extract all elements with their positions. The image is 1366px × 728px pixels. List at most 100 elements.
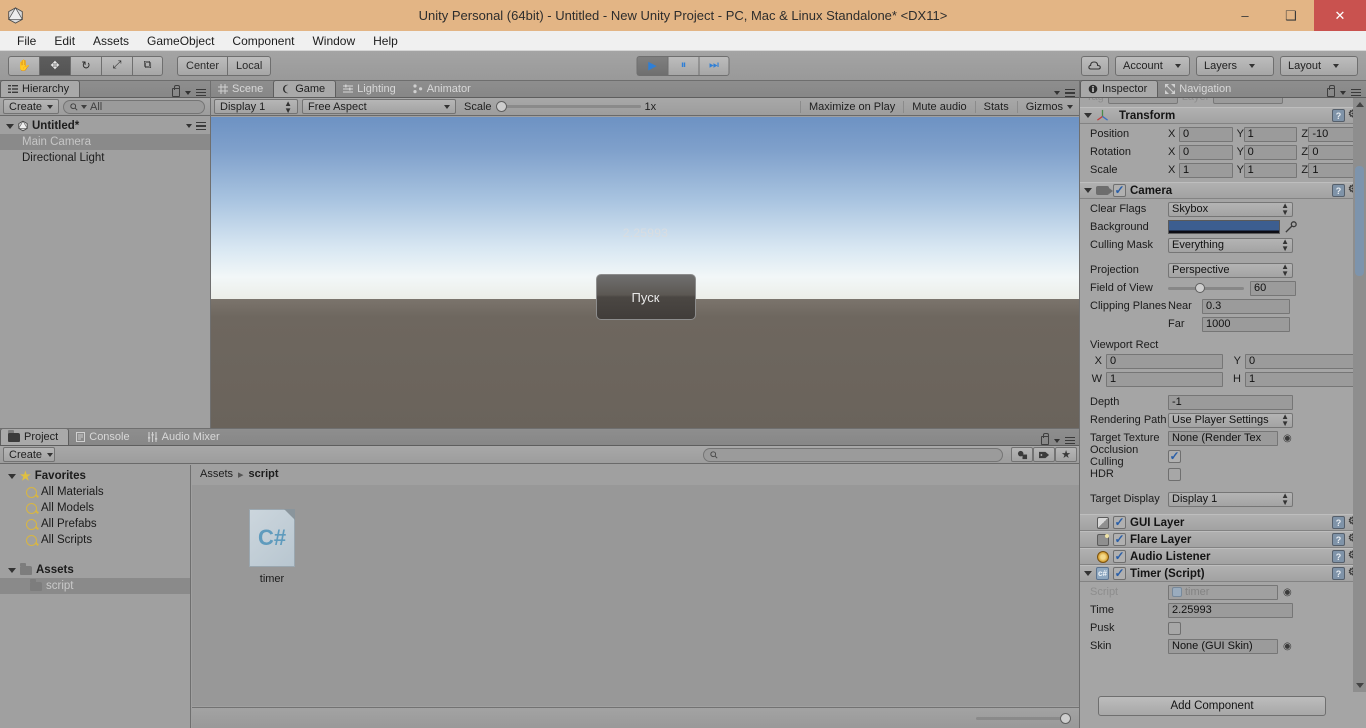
scene-menu-icon[interactable]: [196, 122, 206, 130]
tab-audio-mixer[interactable]: Audio Mixer: [140, 428, 230, 445]
help-icon[interactable]: ?: [1332, 533, 1345, 546]
viewport-y-field[interactable]: 0: [1245, 354, 1362, 369]
project-fav-all-materials[interactable]: All Materials: [0, 484, 190, 500]
chevron-down-icon[interactable]: [1054, 439, 1060, 443]
hierarchy-search-input[interactable]: All: [63, 100, 205, 114]
maximize-on-play-button[interactable]: Maximize on Play: [800, 101, 903, 113]
rect-tool-icon[interactable]: ⧉: [132, 56, 163, 76]
viewport-w-field[interactable]: 1: [1106, 372, 1223, 387]
hierarchy-item-main-camera[interactable]: Main Camera: [0, 134, 211, 150]
step-button[interactable]: ⏭: [699, 56, 730, 76]
chevron-down-icon[interactable]: [8, 474, 16, 479]
breadcrumb-script[interactable]: script: [249, 468, 279, 480]
culling-mask-dropdown[interactable]: Everything ▲▼: [1168, 238, 1293, 253]
account-dropdown[interactable]: Account: [1115, 56, 1190, 76]
object-picker-icon[interactable]: ◉: [1283, 641, 1292, 652]
target-display-dropdown[interactable]: Display 1 ▲▼: [1168, 492, 1293, 507]
projection-dropdown[interactable]: Perspective ▲▼: [1168, 263, 1293, 278]
gizmos-button[interactable]: Gizmos: [1017, 101, 1067, 113]
position-y-field[interactable]: 1: [1244, 127, 1298, 142]
object-picker-icon[interactable]: ◉: [1283, 433, 1292, 444]
transform-component-header[interactable]: Transform ? ⚙▾: [1080, 107, 1366, 124]
chevron-down-icon[interactable]: [1084, 571, 1092, 576]
tab-lighting[interactable]: Lighting: [336, 80, 406, 97]
menu-component[interactable]: Component: [223, 31, 303, 51]
scale-x-field[interactable]: 1: [1179, 163, 1233, 178]
project-fav-all-scripts[interactable]: All Scripts: [0, 532, 190, 548]
filter-by-type-icon[interactable]: [1011, 447, 1033, 462]
audio-listener-enabled-checkbox[interactable]: ✓: [1113, 550, 1126, 563]
help-icon[interactable]: ?: [1332, 184, 1345, 197]
project-create-button[interactable]: Create: [3, 447, 55, 462]
menu-file[interactable]: File: [8, 31, 45, 51]
chevron-down-icon[interactable]: [1067, 105, 1073, 109]
help-icon[interactable]: ?: [1332, 516, 1345, 529]
tab-project[interactable]: Project: [0, 428, 69, 445]
flare-layer-enabled-checkbox[interactable]: ✓: [1113, 533, 1126, 546]
tab-scene[interactable]: Scene: [211, 80, 273, 97]
viewport-h-field[interactable]: 1: [1245, 372, 1362, 387]
depth-field[interactable]: -1: [1168, 395, 1293, 410]
project-folder-script[interactable]: script: [0, 578, 190, 594]
inspector-scrollbar-thumb[interactable]: [1355, 166, 1364, 276]
rotation-y-field[interactable]: 0: [1244, 145, 1298, 160]
menu-edit[interactable]: Edit: [45, 31, 84, 51]
project-favorites-row[interactable]: ★ Favorites: [0, 468, 190, 484]
asset-zoom-slider-knob[interactable]: [1060, 713, 1071, 724]
rotation-x-field[interactable]: 0: [1179, 145, 1233, 160]
target-texture-field[interactable]: None (Render Tex: [1168, 431, 1278, 446]
fov-slider-knob[interactable]: [1195, 283, 1205, 293]
timer-script-component-header[interactable]: c# ✓ Timer (Script) ? ⚙▾: [1080, 565, 1366, 582]
chevron-down-icon[interactable]: [1054, 91, 1060, 95]
camera-component-header[interactable]: ✓ Camera ? ⚙▾: [1080, 182, 1366, 199]
breadcrumb-assets[interactable]: Assets: [200, 468, 233, 480]
game-canvas[interactable]: 2.25993 Пуск: [211, 117, 1080, 429]
hand-tool-icon[interactable]: ✋: [8, 56, 39, 76]
favorite-icon[interactable]: ★: [1055, 447, 1077, 462]
lock-icon[interactable]: [1041, 436, 1049, 445]
inspector-scrollbar[interactable]: [1353, 98, 1366, 692]
lock-icon[interactable]: [172, 88, 180, 97]
rendering-path-dropdown[interactable]: Use Player Settings ▲▼: [1168, 413, 1293, 428]
clear-flags-dropdown[interactable]: Skybox ▲▼: [1168, 202, 1293, 217]
layout-dropdown[interactable]: Layout: [1280, 56, 1358, 76]
rotate-tool-icon[interactable]: ↻: [70, 56, 101, 76]
menu-icon[interactable]: [196, 89, 206, 97]
help-icon[interactable]: ?: [1332, 567, 1345, 580]
timer-script-enabled-checkbox[interactable]: ✓: [1113, 567, 1126, 580]
display-dropdown[interactable]: Display 1 ▲▼: [214, 99, 298, 114]
hierarchy-scene-row[interactable]: Untitled*: [0, 118, 211, 134]
close-button[interactable]: ✕: [1314, 0, 1366, 31]
splitter-hierarchy-game[interactable]: [210, 81, 211, 429]
menu-gameobject[interactable]: GameObject: [138, 31, 223, 51]
asset-zoom-slider[interactable]: [976, 717, 1066, 720]
pivot-rotation-button[interactable]: Local: [227, 56, 271, 76]
hierarchy-item-directional-light[interactable]: Directional Light: [0, 150, 211, 166]
maximize-button[interactable]: ❑: [1268, 0, 1314, 31]
project-assets-row[interactable]: Assets: [0, 562, 190, 578]
menu-icon[interactable]: [1065, 437, 1075, 445]
project-fav-all-prefabs[interactable]: All Prefabs: [0, 516, 190, 532]
skin-field[interactable]: None (GUI Skin): [1168, 639, 1278, 654]
hdr-checkbox[interactable]: [1168, 468, 1181, 481]
chevron-down-icon[interactable]: [1340, 91, 1346, 95]
minimize-button[interactable]: –: [1222, 0, 1268, 31]
hierarchy-create-button[interactable]: Create: [3, 99, 59, 114]
chevron-down-icon[interactable]: [1356, 683, 1364, 688]
occlusion-culling-checkbox[interactable]: ✓: [1168, 450, 1181, 463]
position-x-field[interactable]: 0: [1179, 127, 1233, 142]
chevron-up-icon[interactable]: [1356, 102, 1364, 107]
pusk-checkbox[interactable]: [1168, 622, 1181, 635]
layers-dropdown[interactable]: Layers: [1196, 56, 1274, 76]
tab-console[interactable]: Console: [69, 428, 139, 445]
chevron-down-icon[interactable]: [1084, 188, 1092, 193]
camera-enabled-checkbox[interactable]: ✓: [1113, 184, 1126, 197]
scale-slider-knob[interactable]: [496, 101, 507, 112]
help-icon[interactable]: ?: [1332, 550, 1345, 563]
pause-button[interactable]: ⏸: [668, 56, 699, 76]
fov-field[interactable]: 60: [1250, 281, 1296, 296]
chevron-down-icon[interactable]: [186, 124, 192, 128]
project-search-input[interactable]: [703, 448, 1003, 462]
background-color-field[interactable]: [1168, 220, 1280, 234]
tab-animator[interactable]: Animator: [406, 80, 481, 97]
